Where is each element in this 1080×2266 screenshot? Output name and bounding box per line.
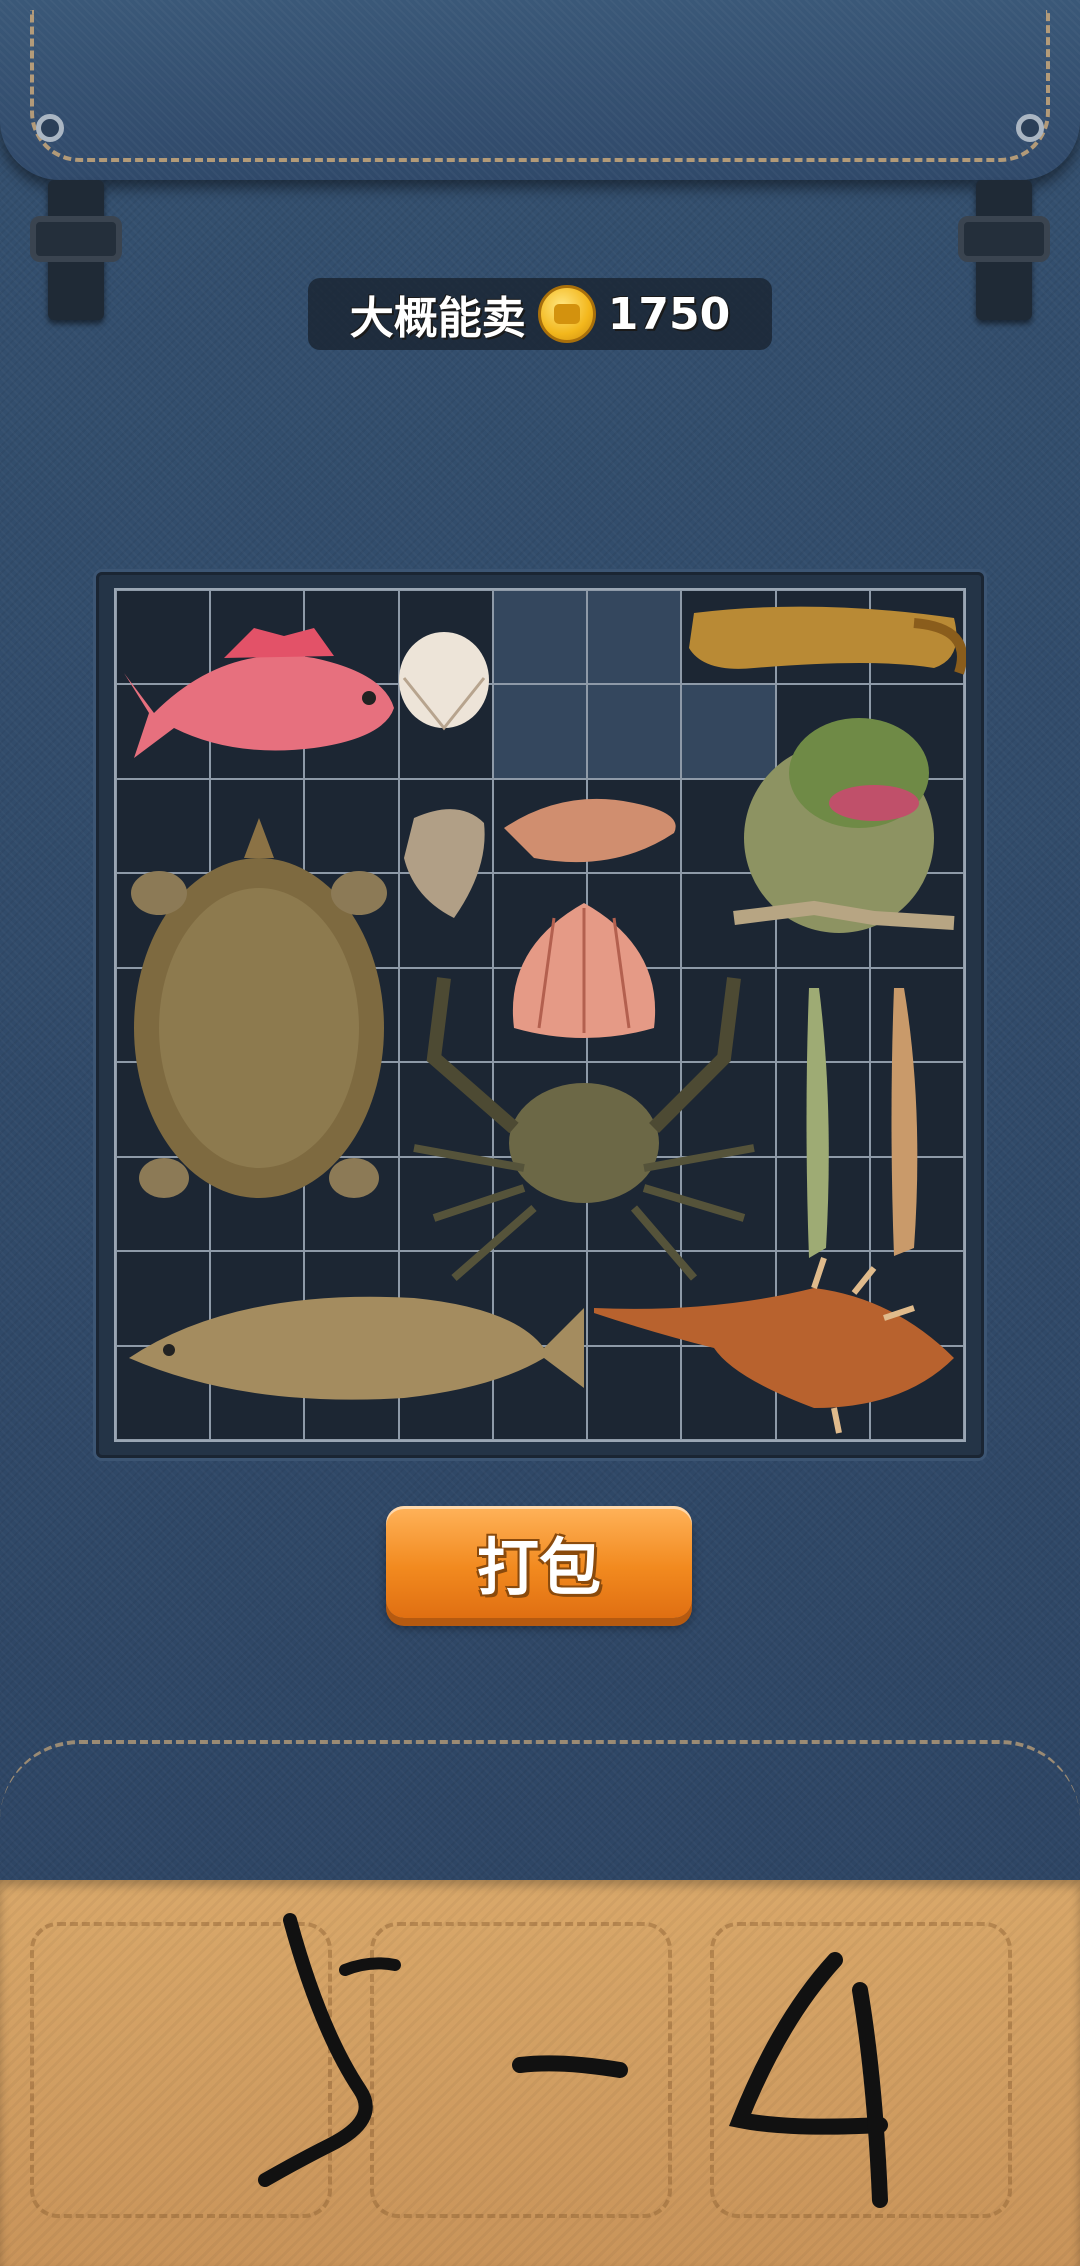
backpack-flap — [0, 0, 1080, 180]
oyster-item[interactable] — [404, 809, 485, 918]
price-value: 1750 — [607, 288, 731, 340]
green-shrimp-item[interactable] — [806, 988, 829, 1258]
soft-shell-turtle-item[interactable] — [131, 818, 387, 1198]
pack-button-label: 打包 — [476, 1531, 601, 1604]
murex-shell-item[interactable] — [594, 1257, 954, 1434]
scallop-shell-item[interactable] — [512, 903, 656, 1038]
red-snapper-item[interactable] — [124, 628, 394, 758]
rivet-icon — [36, 114, 64, 142]
stitch-seam — [0, 1740, 1080, 1884]
tiger-prawn-item[interactable] — [891, 988, 918, 1256]
pack-button[interactable]: 打包 — [386, 1506, 692, 1618]
gold-coin-icon — [537, 285, 596, 343]
bullfrog-item[interactable] — [733, 718, 955, 933]
rivet-icon — [1016, 114, 1044, 142]
handwritten-marks — [258, 1913, 888, 2208]
price-label: 大概能卖 — [349, 293, 526, 344]
inventory-items — [124, 606, 966, 1434]
buckle-icon — [958, 180, 1050, 320]
bottom-inventory-bar — [0, 1880, 1080, 2266]
conch-shell-item[interactable] — [504, 798, 676, 863]
mantis-shrimp-item[interactable] — [689, 606, 966, 675]
price-banner: 大概能卖 1750 — [308, 278, 772, 350]
buckle-icon — [30, 180, 122, 320]
cockle-shell-item[interactable] — [399, 632, 489, 731]
grass-carp-item[interactable] — [129, 1296, 584, 1400]
